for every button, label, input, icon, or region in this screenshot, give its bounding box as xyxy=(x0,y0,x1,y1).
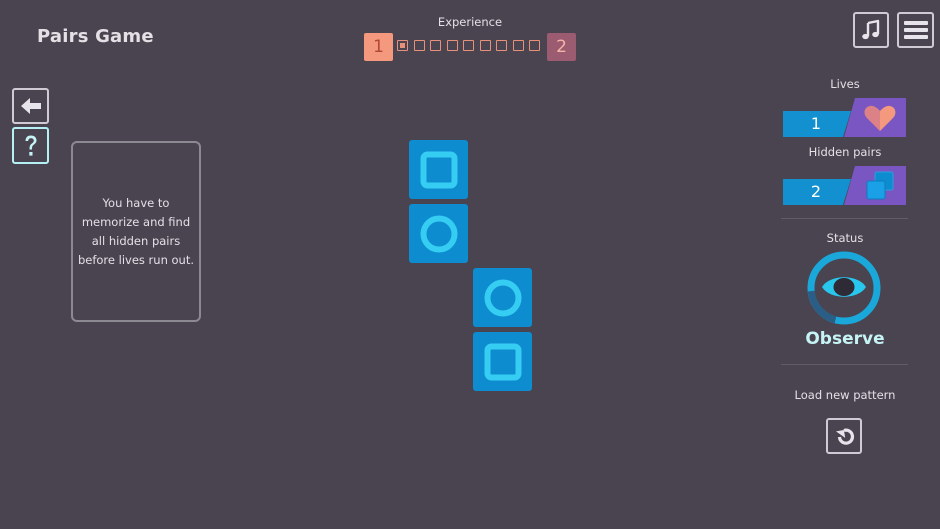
instructions-card: You have to memorize and find all hidden… xyxy=(71,141,201,322)
xp-segment xyxy=(413,40,425,51)
square-symbol-icon xyxy=(420,151,457,188)
load-pattern-label: Load new pattern xyxy=(794,388,896,402)
eye-icon xyxy=(822,277,866,297)
tile-circle[interactable] xyxy=(409,204,468,263)
circle-symbol-icon xyxy=(420,215,457,252)
panel-divider xyxy=(781,364,908,365)
arrow-left-icon xyxy=(20,98,41,114)
xp-segment xyxy=(479,40,491,51)
hidden-pairs-label: Hidden pairs xyxy=(808,145,882,159)
hamburger-icon xyxy=(903,21,928,39)
pairs-icon xyxy=(866,171,894,200)
tile-square[interactable] xyxy=(409,140,468,199)
hidden-pairs-value: 2 xyxy=(810,182,822,201)
xp-segment xyxy=(463,40,474,51)
game-title: Pairs Game xyxy=(37,26,154,47)
back-button[interactable] xyxy=(12,88,49,124)
panel-divider xyxy=(781,218,908,219)
status-value: Observe xyxy=(805,329,885,349)
square-symbol-icon xyxy=(484,343,521,380)
next-level-badge: 2 xyxy=(547,33,576,61)
instruction-line: You have to xyxy=(102,195,170,210)
hidden-pairs-counter: 2 xyxy=(783,166,907,206)
tile-circle[interactable] xyxy=(473,268,532,327)
instruction-line: memorize and find xyxy=(81,214,191,229)
status-label: Status xyxy=(826,231,864,245)
menu-button[interactable] xyxy=(897,12,934,48)
question-mark-icon xyxy=(25,135,36,156)
load-pattern-button[interactable] xyxy=(826,418,862,454)
lives-value: 1 xyxy=(810,114,822,133)
heart-icon xyxy=(864,105,896,131)
xp-segment xyxy=(446,40,458,51)
instruction-line: before lives run out. xyxy=(77,252,195,267)
music-button[interactable] xyxy=(853,12,889,48)
reload-icon xyxy=(835,428,855,445)
xp-segment xyxy=(397,40,408,51)
lives-label: Lives xyxy=(830,77,860,91)
current-level-badge: 1 xyxy=(364,33,393,61)
experience-label: Experience xyxy=(437,15,503,29)
help-button[interactable] xyxy=(12,127,49,164)
tile-square[interactable] xyxy=(473,332,532,391)
instruction-line: all hidden pairs xyxy=(91,233,181,248)
xp-segment xyxy=(496,40,507,51)
lives-counter: 1 xyxy=(783,98,907,138)
xp-segment xyxy=(430,40,441,51)
status-indicator xyxy=(806,250,882,326)
xp-segment xyxy=(529,40,540,51)
music-note-icon xyxy=(862,19,880,40)
circle-symbol-icon xyxy=(484,279,521,316)
xp-segment xyxy=(512,40,524,51)
